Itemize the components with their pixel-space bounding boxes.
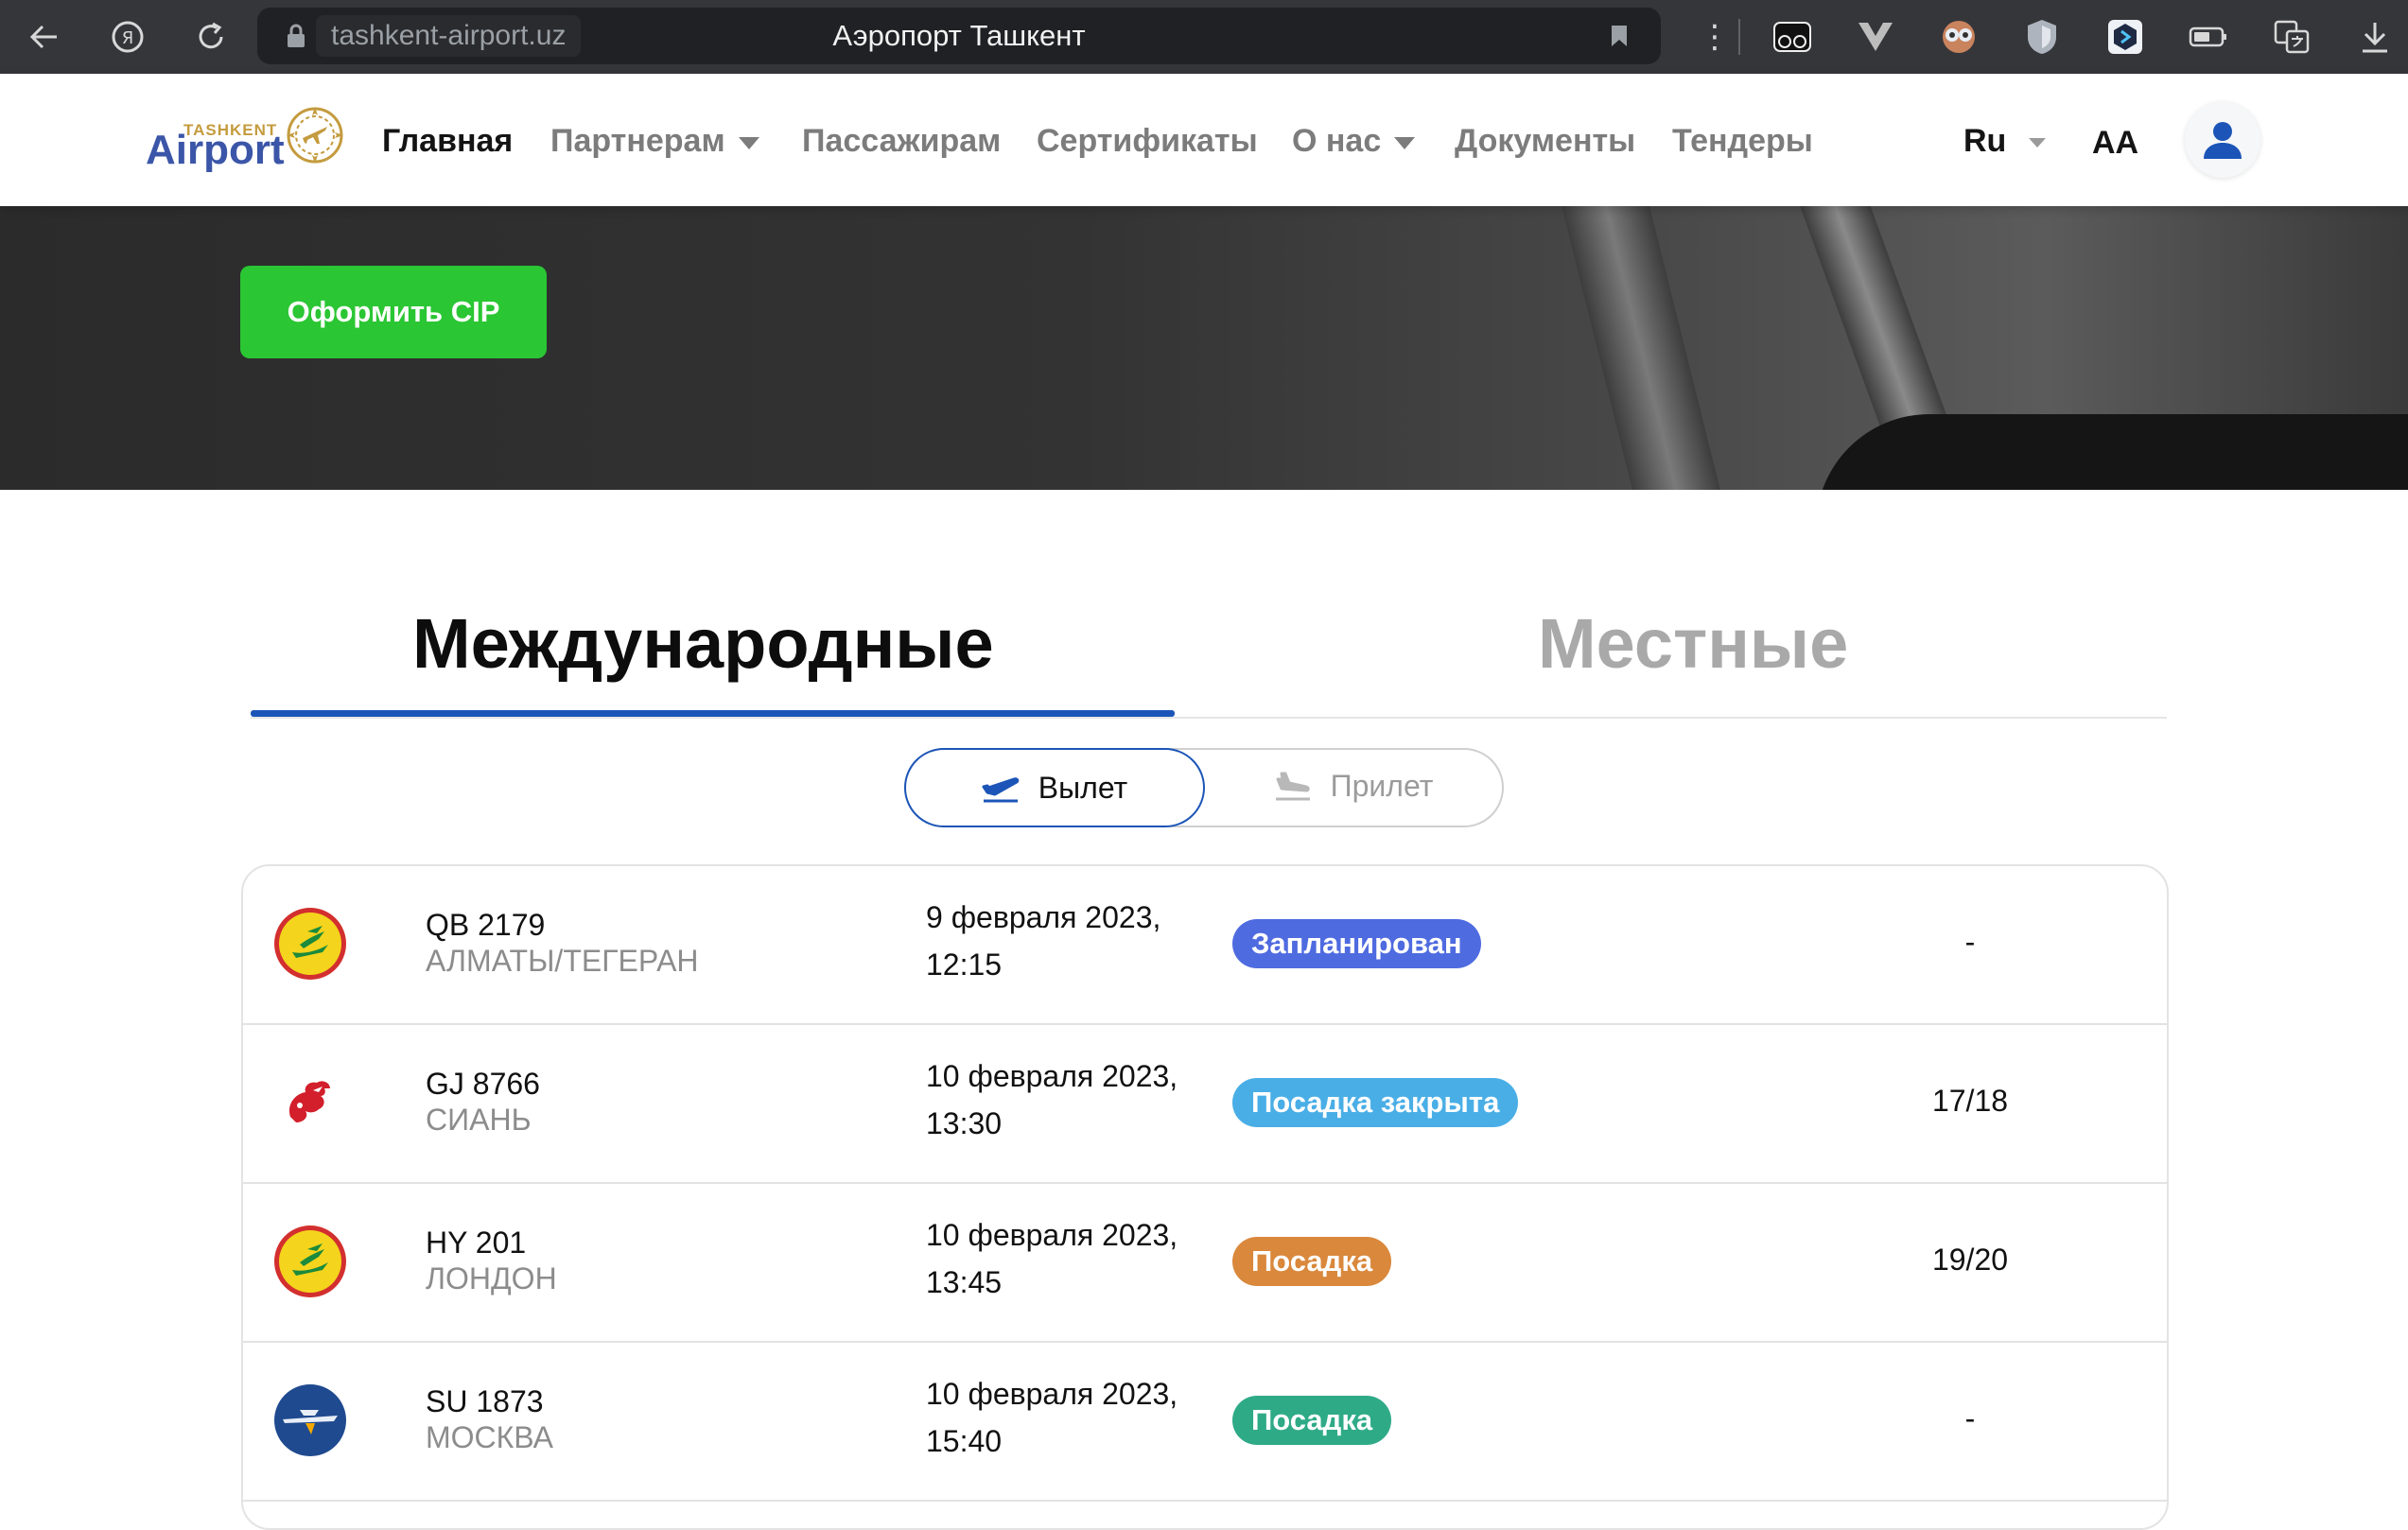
flight-time: 15:40 — [926, 1424, 1003, 1458]
direction-toggle: Вылет Прилет — [904, 748, 1504, 827]
chevron-down-icon — [738, 136, 759, 149]
language-label: Ru — [1963, 123, 2007, 159]
menu-icon[interactable]: ⋮ — [1699, 21, 1731, 53]
table-row[interactable]: QB 2179 АЛМАТЫ/ТЕГЕРАН 9 февраля 2023, 1… — [243, 866, 2167, 1025]
shield-icon[interactable] — [2018, 13, 2066, 61]
nav-passengers[interactable]: Пассажирам — [802, 121, 1001, 161]
yandex-icon[interactable]: Я — [106, 15, 149, 59]
address-bar[interactable]: tashkent-airport.uz Аэропорт Ташкент — [257, 8, 1661, 64]
arrival-label: Прилет — [1330, 768, 1434, 803]
flight-destination: АЛМАТЫ/ТЕГЕРАН — [426, 944, 699, 978]
code-extension-icon[interactable] — [2102, 13, 2149, 61]
status-badge: Посадка закрыта — [1232, 1078, 1519, 1127]
flight-gate: 17/18 — [1931, 1084, 2009, 1118]
table-row[interactable]: HY 201 ЛОНДОН 10 февраля 2023, 13:45 Пос… — [243, 1184, 2167, 1343]
flight-date: 10 февраля 2023, — [926, 1218, 1178, 1252]
red-dragon-logo-icon — [288, 1081, 330, 1122]
flight-time: 13:30 — [926, 1106, 1003, 1140]
bookmark-icon[interactable] — [1610, 24, 1629, 48]
font-size-toggle[interactable]: AA — [2092, 123, 2138, 163]
flight-destination: ЛОНДОН — [426, 1261, 557, 1295]
flight-number: HY 201 — [426, 1226, 527, 1260]
departure-plane-icon — [982, 777, 1020, 803]
battery-icon[interactable] — [2185, 13, 2232, 61]
page-tab-title: Аэропорт Ташкент — [832, 19, 1086, 52]
flight-gate: - — [1964, 925, 1976, 959]
tab-international[interactable]: Международные — [412, 601, 994, 687]
arrival-toggle[interactable]: Прилет — [1207, 748, 1500, 824]
tab-divider — [251, 717, 2167, 719]
nav-partners-label: Партнерам — [550, 123, 725, 159]
flight-gate: 19/20 — [1931, 1243, 2009, 1277]
flight-time: 12:15 — [926, 948, 1003, 982]
chevron-down-icon — [1394, 136, 1416, 149]
owl-extension-icon[interactable] — [1935, 13, 1982, 61]
flight-date: 9 февраля 2023, — [926, 900, 1161, 934]
table-row[interactable]: SU 1873 МОСКВА 10 февраля 2023, 15:40 По… — [243, 1343, 2167, 1502]
download-icon[interactable] — [2351, 13, 2399, 61]
status-badge: Запланирован — [1232, 919, 1481, 968]
reload-icon[interactable] — [189, 15, 233, 59]
nav-home[interactable]: Главная — [382, 121, 513, 161]
status-badge: Посадка — [1232, 1396, 1392, 1445]
flight-destination: МОСКВА — [426, 1420, 553, 1454]
aeroflot-logo-icon — [274, 1384, 346, 1456]
flight-number: SU 1873 — [426, 1384, 544, 1418]
flight-destination: СИАНЬ — [426, 1103, 532, 1137]
nav-about[interactable]: О нас — [1292, 121, 1416, 161]
flight-number: QB 2179 — [426, 908, 546, 942]
toolbar-divider — [1738, 19, 1740, 55]
nav-documents[interactable]: Документы — [1455, 121, 1635, 161]
uzbekistan-airways-logo-icon — [274, 908, 346, 980]
browser-toolbar: Я tashkent-airport.uz Аэропорт Ташкент ⋮ — [0, 0, 2408, 74]
flight-gate: - — [1964, 1401, 1976, 1435]
flight-date: 10 февраля 2023, — [926, 1377, 1178, 1411]
back-icon[interactable] — [23, 15, 66, 59]
user-account-button[interactable] — [2185, 102, 2260, 178]
table-row[interactable]: GJ 8766 СИАНЬ 10 февраля 2023, 13:30 Пос… — [243, 1025, 2167, 1184]
uzbekistan-airways-logo-icon — [274, 1226, 346, 1297]
chevron-down-icon — [2029, 138, 2047, 148]
nav-tenders[interactable]: Тендеры — [1672, 121, 1813, 161]
nav-partners[interactable]: Партнерам — [550, 121, 759, 161]
active-tab-underline — [251, 710, 1175, 717]
nav-about-label: О нас — [1292, 123, 1382, 159]
svg-text:Я: Я — [122, 28, 134, 48]
reader-mode-icon[interactable] — [1769, 13, 1816, 61]
logo-big-text: Airport — [146, 127, 285, 173]
flights-table: QB 2179 АЛМАТЫ/ТЕГЕРАН 9 февраля 2023, 1… — [241, 864, 2169, 1530]
flight-date: 10 февраля 2023, — [926, 1059, 1178, 1093]
logo-emblem-icon — [287, 107, 343, 164]
order-cip-button[interactable]: Оформить CIP — [240, 266, 547, 358]
translate-icon[interactable] — [2268, 13, 2315, 61]
language-selector[interactable]: Ru — [1963, 121, 2047, 161]
departure-toggle[interactable]: Вылет — [904, 748, 1205, 827]
vue-devtools-icon[interactable] — [1852, 13, 1899, 61]
hero-image-detail — [1816, 414, 2408, 490]
flight-number: GJ 8766 — [426, 1067, 540, 1101]
hero-image-detail — [1556, 206, 1726, 490]
status-badge: Посадка — [1232, 1237, 1392, 1286]
departure-label: Вылет — [1038, 770, 1128, 805]
tab-local[interactable]: Местные — [1538, 601, 1848, 687]
arrival-plane-icon — [1275, 772, 1310, 801]
flight-time: 13:45 — [926, 1265, 1003, 1299]
user-icon — [2204, 122, 2242, 159]
nav-certificates[interactable]: Сертификаты — [1037, 121, 1258, 161]
